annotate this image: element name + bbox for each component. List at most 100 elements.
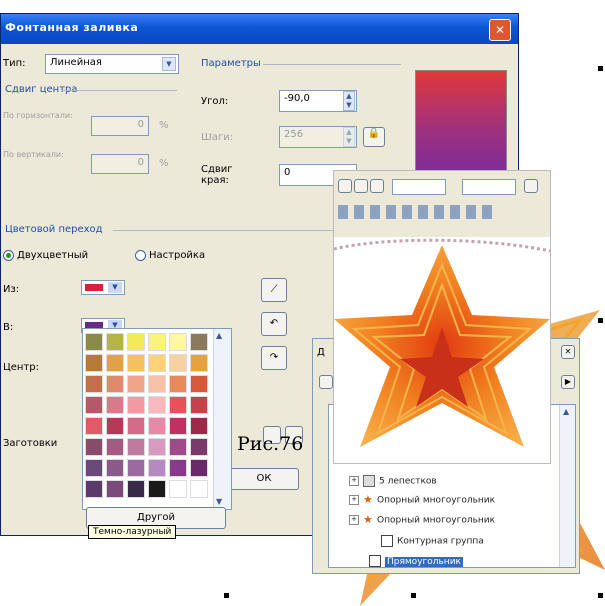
palette-swatch[interactable] xyxy=(148,459,166,477)
palette-swatch[interactable] xyxy=(106,396,124,414)
palette-swatch[interactable] xyxy=(106,438,124,456)
palette-swatch[interactable] xyxy=(190,396,208,414)
palette-swatch[interactable] xyxy=(190,417,208,435)
palette-swatch[interactable] xyxy=(127,354,145,372)
palette-swatch[interactable] xyxy=(169,480,187,498)
palette-swatch[interactable] xyxy=(148,354,166,372)
tree-row[interactable]: Контурная группа xyxy=(381,535,484,547)
toolbar-button[interactable] xyxy=(354,179,368,193)
palette-swatch[interactable] xyxy=(127,333,145,351)
palette-swatch[interactable] xyxy=(127,480,145,498)
figure-toolbar xyxy=(334,171,550,238)
selection-handle[interactable] xyxy=(411,593,416,598)
ccw-blend-button[interactable]: ↶ xyxy=(261,312,287,336)
next-page-button[interactable]: ▶ xyxy=(561,375,575,389)
palette-swatch[interactable] xyxy=(127,438,145,456)
selection-handle[interactable] xyxy=(598,66,603,71)
toolbar-button[interactable] xyxy=(370,179,384,193)
steps-spinner[interactable]: ▲ ▼ xyxy=(343,127,355,147)
selection-handle[interactable] xyxy=(598,593,603,598)
chevron-down-icon: ▼ xyxy=(108,282,122,293)
type-select[interactable]: Линейная ▼ xyxy=(45,54,179,74)
palette-swatch[interactable] xyxy=(190,354,208,372)
to-label: В: xyxy=(3,322,14,333)
other-label: Другой xyxy=(137,512,175,523)
palette-swatch[interactable] xyxy=(169,438,187,456)
palette-swatch[interactable] xyxy=(85,354,103,372)
group-icon xyxy=(363,475,375,487)
palette-swatch[interactable] xyxy=(106,459,124,477)
from-color-swatch xyxy=(85,284,103,291)
two-color-radio[interactable] xyxy=(3,250,14,261)
palette-swatch[interactable] xyxy=(127,417,145,435)
tree-row[interactable]: +5 лепестков xyxy=(349,475,437,487)
palette-swatch[interactable] xyxy=(106,354,124,372)
palette-swatch[interactable] xyxy=(106,480,124,498)
cw-blend-button[interactable]: ↷ xyxy=(261,346,287,370)
palette-swatch[interactable] xyxy=(106,375,124,393)
palette-swatch[interactable] xyxy=(169,417,187,435)
rectangle-icon xyxy=(369,555,381,567)
vertical-input[interactable]: 0 xyxy=(91,154,149,174)
palette-swatch[interactable] xyxy=(85,417,103,435)
mid-label: Центр: xyxy=(3,362,39,373)
expand-icon[interactable]: + xyxy=(349,476,359,486)
palette-swatch[interactable] xyxy=(85,438,103,456)
palette-swatch[interactable] xyxy=(190,480,208,498)
ok-button[interactable]: ОК xyxy=(229,468,299,490)
tree-row-selected[interactable]: Прямоугольник xyxy=(369,555,463,567)
palette-swatch[interactable] xyxy=(190,375,208,393)
palette-swatch[interactable] xyxy=(148,480,166,498)
custom-radio[interactable] xyxy=(135,250,146,261)
palette-swatch[interactable] xyxy=(169,354,187,372)
toolbar-field[interactable] xyxy=(462,179,516,195)
toolbar-button[interactable] xyxy=(338,179,352,193)
contour-icon xyxy=(381,535,393,547)
palette-swatch[interactable] xyxy=(85,375,103,393)
palette-scrollbar[interactable]: ▲ ▼ xyxy=(213,329,231,508)
dialog-titlebar[interactable]: Фонтанная заливка ✕ xyxy=(1,14,518,44)
tree-scrollbar[interactable]: ▲ xyxy=(559,405,575,567)
close-button[interactable]: ✕ xyxy=(561,345,575,359)
effect-toolbar[interactable] xyxy=(338,205,498,219)
palette-swatch[interactable] xyxy=(190,459,208,477)
palette-swatch[interactable] xyxy=(148,417,166,435)
palette-swatch[interactable] xyxy=(127,459,145,477)
close-button[interactable]: ✕ xyxy=(489,19,511,41)
lock-button[interactable]: 🔒 xyxy=(363,127,385,147)
palette-swatch[interactable] xyxy=(127,396,145,414)
palette-swatch[interactable] xyxy=(85,333,103,351)
expand-icon[interactable]: + xyxy=(349,515,359,525)
palette-swatch[interactable] xyxy=(148,375,166,393)
palette-swatch[interactable] xyxy=(85,396,103,414)
angle-spinner[interactable]: ▲ ▼ xyxy=(343,91,355,111)
panel-tool-button[interactable] xyxy=(319,375,333,389)
palette-swatch[interactable] xyxy=(106,417,124,435)
palette-swatch[interactable] xyxy=(169,375,187,393)
from-color-picker[interactable]: ▼ xyxy=(81,280,125,295)
palette-swatch[interactable] xyxy=(148,333,166,351)
palette-swatch[interactable] xyxy=(148,396,166,414)
selection-handle[interactable] xyxy=(598,318,603,323)
line-blend-button[interactable]: ⟋ xyxy=(261,278,287,302)
expand-icon[interactable]: + xyxy=(349,495,359,505)
palette-swatch[interactable] xyxy=(190,333,208,351)
palette-swatch[interactable] xyxy=(127,375,145,393)
palette-swatch[interactable] xyxy=(148,438,166,456)
chevron-up-icon: ▲ xyxy=(216,331,223,340)
gradient-preview[interactable] xyxy=(415,70,507,177)
palette-swatch[interactable] xyxy=(85,480,103,498)
palette-swatch[interactable] xyxy=(169,459,187,477)
palette-swatch[interactable] xyxy=(169,396,187,414)
palette-swatch[interactable] xyxy=(85,459,103,477)
palette-swatch[interactable] xyxy=(190,438,208,456)
palette-swatch[interactable] xyxy=(169,333,187,351)
toolbar-button[interactable] xyxy=(524,179,538,193)
palette-swatch[interactable] xyxy=(106,333,124,351)
toolbar-field[interactable] xyxy=(392,179,446,195)
tree-row[interactable]: + ★ Опорный многоугольник xyxy=(349,494,495,506)
horizontal-input[interactable]: 0 xyxy=(91,116,149,136)
tree-row[interactable]: + ★ Опорный многоугольник xyxy=(349,514,495,526)
chevron-down-icon[interactable]: ▼ xyxy=(162,57,176,71)
selection-handle[interactable] xyxy=(224,593,229,598)
